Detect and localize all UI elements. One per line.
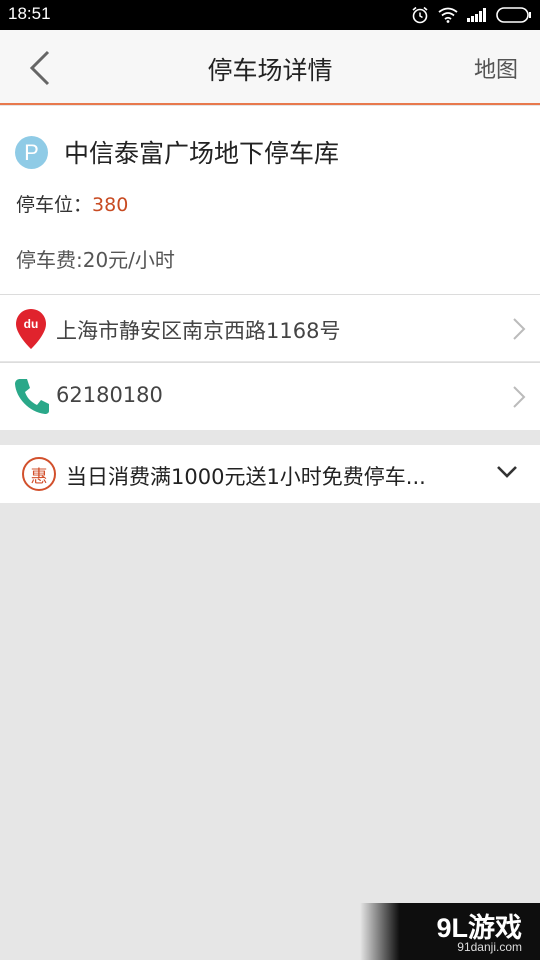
pin-text: du	[24, 317, 39, 331]
phone-text: 62180180	[56, 383, 163, 407]
address-row[interactable]: du 上海市静安区南京西路1168号	[0, 294, 540, 361]
wifi-icon	[438, 7, 458, 23]
header: 停车场详情 地图	[0, 30, 540, 105]
parking-fee: 停车费:20元/小时	[16, 248, 175, 272]
page-title: 停车场详情	[207, 56, 333, 85]
parking-spots-label: 停车位：	[16, 194, 93, 216]
discount-icon: 惠	[22, 457, 56, 491]
parking-spots: 停车位：380	[16, 190, 128, 217]
battery-icon	[496, 7, 531, 23]
phone-row[interactable]: 62180180	[0, 362, 540, 430]
promotion-row[interactable]: 惠 当日消费满1000元送1小时免费停车...	[0, 445, 540, 503]
parking-info-card: P 中信泰富广场地下停车库 停车位：380 停车费:20元/小时	[0, 106, 540, 294]
baidu-map-pin-icon: du	[16, 309, 46, 349]
watermark-site: 91danji.com	[457, 940, 522, 954]
signal-icon	[467, 8, 486, 22]
phone-icon	[15, 379, 49, 414]
map-button[interactable]: 地图	[474, 52, 518, 84]
promotion-text: 当日消费满1000元送1小时免费停车...	[66, 465, 426, 489]
chevron-down-icon[interactable]	[496, 465, 518, 479]
chevron-right-icon	[513, 318, 526, 340]
address-text: 上海市静安区南京西路1168号	[56, 319, 341, 343]
status-icons	[411, 6, 532, 24]
status-time: 18:51	[8, 4, 51, 23]
chevron-right-icon	[513, 386, 526, 408]
parking-lot-name: 中信泰富广场地下停车库	[64, 139, 340, 168]
watermark: 9L游戏 91danji.com	[360, 903, 540, 960]
alarm-icon	[412, 6, 428, 24]
parking-spots-value: 380	[92, 194, 129, 216]
status-bar: 18:51	[0, 0, 540, 30]
parking-icon: P	[15, 136, 48, 169]
